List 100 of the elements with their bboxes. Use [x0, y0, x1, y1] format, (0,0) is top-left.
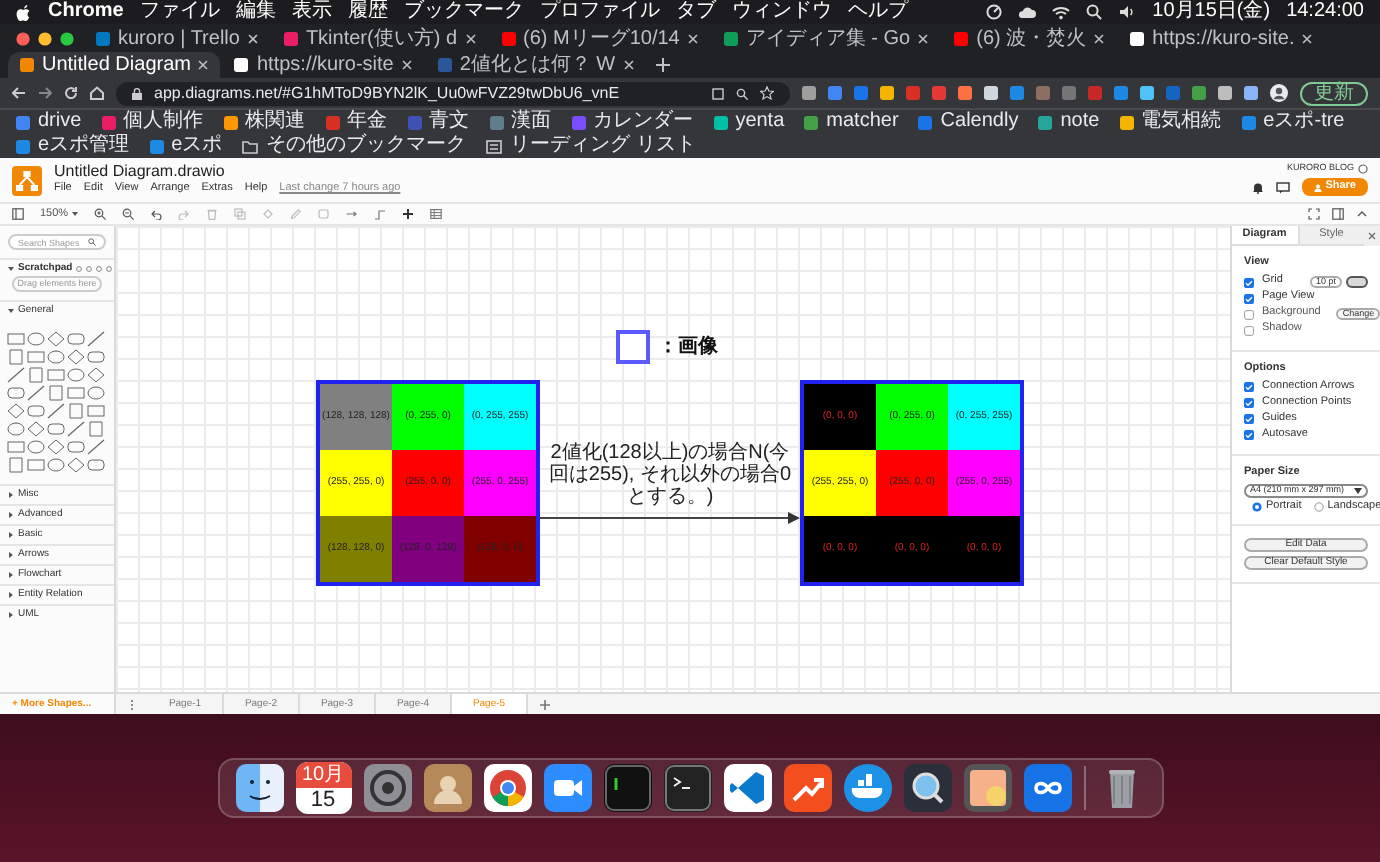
fullscreen-icon[interactable] [1308, 208, 1320, 220]
wifi-icon[interactable] [1052, 5, 1071, 19]
preview-icon[interactable] [963, 764, 1011, 812]
back-icon[interactable] [12, 86, 26, 100]
radio-button[interactable] [1252, 501, 1262, 512]
checkbox[interactable] [1244, 325, 1254, 335]
url-text[interactable]: app.diagrams.net/#G1hMToD9BYN2lK_Uu0wFVZ29twDbU6_vnE [154, 81, 620, 105]
menu-item[interactable]: 履歴 [347, 2, 388, 22]
forward-icon[interactable] [38, 86, 52, 100]
zoom-out-icon[interactable] [122, 208, 135, 220]
menubar-date: 10月15日(金) [1152, 2, 1271, 22]
browser-tab[interactable]: (6) 波・焚火 [942, 26, 1117, 52]
finder-icon[interactable] [235, 764, 283, 812]
collapse-icon[interactable] [1356, 208, 1368, 220]
reload-icon[interactable] [64, 86, 78, 100]
bookmark[interactable]: 漢面 [489, 110, 552, 134]
terminal-icon[interactable] [663, 764, 711, 812]
bookmark[interactable]: matcher [804, 110, 899, 134]
favicon-icon [501, 32, 516, 46]
color-swatch[interactable] [1346, 276, 1368, 288]
bookmark-icon [1038, 115, 1053, 129]
star-icon[interactable] [760, 86, 774, 100]
bookmark-icon [804, 115, 819, 129]
calendar-icon[interactable]: 10月 15 [295, 762, 351, 814]
menu-item[interactable]: ブックマーク [403, 2, 524, 22]
bookmark-icon [713, 115, 728, 129]
infinity-icon[interactable] [1023, 764, 1071, 812]
caret-icon [8, 512, 14, 518]
browser-tab[interactable]: アイディア集 - Go [711, 26, 941, 52]
bell-icon[interactable] [1251, 181, 1264, 193]
magnifier-icon[interactable] [903, 764, 951, 812]
bookmark-icon [489, 115, 504, 129]
volume-icon[interactable] [1118, 4, 1137, 20]
cloud-icon[interactable] [1018, 5, 1037, 19]
apple-icon[interactable] [16, 3, 32, 21]
whale-icon[interactable] [843, 764, 891, 812]
bookmark[interactable]: note [1038, 110, 1100, 134]
zoom-icon[interactable] [60, 32, 74, 46]
search-icon[interactable] [1086, 4, 1103, 20]
bookmark-icon [149, 139, 164, 153]
minimize-icon[interactable] [38, 32, 52, 46]
list-icon [486, 139, 503, 153]
browser-tab[interactable]: Tkinter(使い方) d [271, 26, 488, 52]
bookmark[interactable]: 青文 [407, 110, 470, 134]
menu-item[interactable]: タブ [675, 2, 716, 22]
bookmark[interactable]: 個人制作 [101, 110, 204, 134]
insert-icon[interactable] [402, 208, 415, 220]
caret-icon [8, 552, 14, 558]
zoom-in-icon[interactable] [94, 208, 107, 220]
bookmark[interactable]: Calendly [918, 110, 1019, 134]
checkbox[interactable] [1244, 309, 1254, 319]
bookmark[interactable]: 年金 [325, 110, 388, 134]
bookmark[interactable]: drive [16, 110, 82, 134]
connector-icon[interactable] [346, 208, 359, 220]
menu-item[interactable]: ファイル [139, 2, 220, 22]
bookmark[interactable]: eスポ管理 [16, 134, 130, 158]
favicon-icon [954, 32, 969, 46]
radio-button[interactable] [1313, 501, 1324, 512]
video-camera-icon[interactable] [543, 764, 591, 812]
browser-tab[interactable]: https://kuro-site. [1118, 26, 1325, 52]
code-editor-icon[interactable] [723, 764, 771, 812]
avatar-icon[interactable] [1270, 84, 1288, 102]
bookmark[interactable]: eスポ-tre [1241, 110, 1345, 134]
terminal-icon[interactable] [603, 764, 651, 812]
bookmark-icon [101, 115, 116, 129]
bookmark[interactable]: eスポ [149, 134, 223, 158]
home-icon[interactable] [90, 86, 104, 100]
address-bar[interactable]: app.diagrams.net/#G1hMToD9BYN2lK_Uu0wFVZ29twDbU6_vnE [116, 81, 790, 105]
comment-icon[interactable] [1275, 181, 1290, 193]
menubar-clock: 14:24:00 [1286, 2, 1364, 22]
table-icon[interactable] [430, 208, 443, 220]
bookmark[interactable]: 株関連 [223, 110, 306, 134]
menu-item[interactable]: 表示 [291, 2, 332, 22]
browser-tab[interactable]: 2値化とは何？ W [425, 52, 646, 78]
bookmark[interactable]: カレンダー [571, 110, 694, 134]
format-panel-icon[interactable] [1332, 208, 1344, 220]
app-name[interactable]: Chrome [48, 2, 124, 22]
bookmark[interactable]: yenta [713, 110, 785, 134]
bookmark[interactable]: その他のブックマーク [242, 134, 467, 158]
contacts-icon[interactable] [423, 764, 471, 812]
person-icon [1313, 183, 1322, 191]
shape-palette-drawing[interactable] [3, 328, 111, 476]
document-title[interactable]: Untitled Diagram.drawio [54, 164, 401, 181]
menu-item[interactable]: ウィンドウ [731, 2, 832, 22]
browser-tab[interactable]: Untitled Diagram [8, 52, 221, 78]
favicon-icon [96, 32, 110, 46]
chrome-icon[interactable] [483, 764, 531, 812]
gauge-icon[interactable] [986, 4, 1003, 20]
caret-icon [72, 212, 79, 216]
browser-tab[interactable]: https://kuro-site [222, 52, 424, 78]
favicon-icon [1130, 32, 1145, 46]
panel-icon[interactable] [12, 208, 24, 220]
bookmark[interactable]: 電気相続 [1119, 110, 1222, 134]
browser-tab[interactable]: (6) Mリーグ10/14 [489, 26, 710, 52]
bookmark[interactable]: リーディング リスト [486, 134, 696, 158]
menu-item[interactable]: 編集 [235, 2, 276, 22]
browser-tab[interactable]: kuroro | Trello [84, 26, 270, 52]
gear-icon[interactable] [363, 764, 411, 812]
undo-icon[interactable] [150, 208, 163, 220]
bookmark-icon [223, 115, 238, 129]
